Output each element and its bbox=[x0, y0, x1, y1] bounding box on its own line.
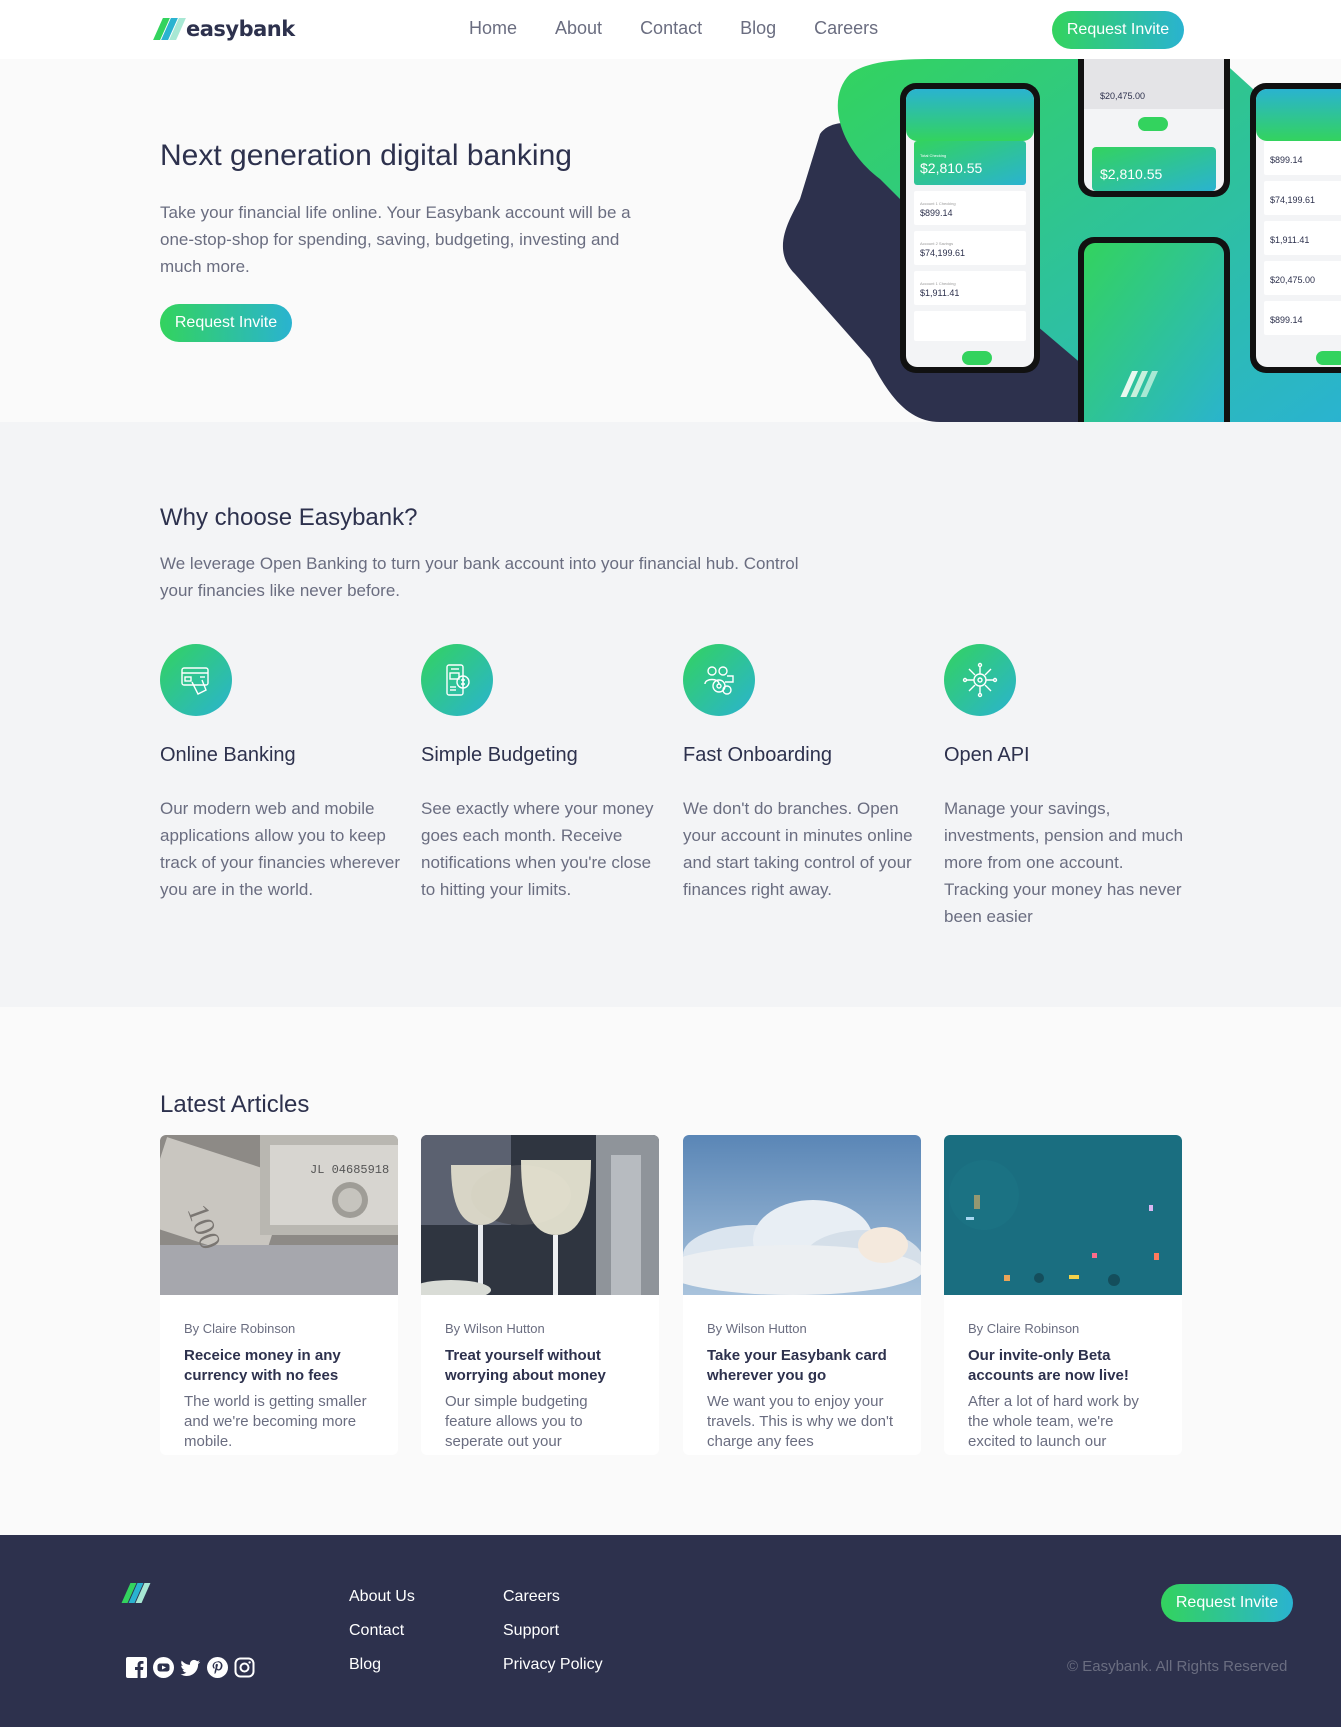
article-card[interactable]: By Wilson Hutton Take your Easybank card… bbox=[683, 1135, 921, 1455]
why-title: Why choose Easybank? bbox=[160, 504, 418, 531]
nav-request-invite-button[interactable]: Request Invite bbox=[1052, 11, 1184, 49]
api-icon bbox=[944, 644, 1016, 716]
twitter-icon[interactable] bbox=[180, 1657, 201, 1678]
footer-links-col-1: About Us Contact Blog bbox=[349, 1587, 415, 1689]
svg-text:Total Checking: Total Checking bbox=[920, 153, 946, 158]
facebook-icon[interactable] bbox=[126, 1657, 147, 1678]
onboarding-icon bbox=[683, 644, 755, 716]
svg-text:$1,911.41: $1,911.41 bbox=[1270, 235, 1309, 245]
article-excerpt: Our simple budgeting feature allows you … bbox=[445, 1393, 588, 1450]
feature-title: Online Banking bbox=[160, 744, 296, 766]
budgeting-icon bbox=[421, 644, 493, 716]
footer-link-contact[interactable]: Contact bbox=[349, 1621, 415, 1640]
svg-text:$20,475.00: $20,475.00 bbox=[1100, 91, 1145, 101]
svg-text:$1,911.41: $1,911.41 bbox=[920, 288, 959, 298]
hero-request-invite-button[interactable]: Request Invite bbox=[160, 304, 292, 342]
article-excerpt: After a lot of hard work by the whole te… bbox=[968, 1393, 1139, 1450]
svg-text:$74,199.61: $74,199.61 bbox=[920, 248, 965, 258]
article-author: By Wilson Hutton bbox=[707, 1321, 807, 1336]
articles-title: Latest Articles bbox=[160, 1091, 310, 1118]
online-banking-icon bbox=[160, 644, 232, 716]
feature-text: See exactly where your money goes each m… bbox=[421, 799, 654, 899]
article-title[interactable]: Treat yourself without worrying about mo… bbox=[445, 1346, 635, 1386]
footer: About Us Contact Blog Careers Support Pr… bbox=[0, 1535, 1341, 1727]
feature-title: Simple Budgeting bbox=[421, 744, 578, 766]
article-image-clouds bbox=[683, 1135, 921, 1295]
social-links bbox=[126, 1657, 255, 1678]
why-subtitle: We leverage Open Banking to turn your ba… bbox=[160, 554, 799, 600]
hero-title: Next generation digital banking bbox=[160, 139, 572, 172]
article-image-restaurant bbox=[421, 1135, 659, 1295]
copyright-text: © Easybank. All Rights Reserved bbox=[1067, 1658, 1288, 1675]
article-excerpt: The world is getting smaller and we're b… bbox=[184, 1393, 367, 1450]
footer-link-careers[interactable]: Careers bbox=[503, 1587, 603, 1606]
feature-text: Our modern web and mobile applications a… bbox=[160, 799, 400, 899]
logo-mark-icon bbox=[153, 18, 186, 40]
svg-text:Account 1 Checking: Account 1 Checking bbox=[920, 281, 956, 286]
svg-text:$74,199.61: $74,199.61 bbox=[1270, 195, 1315, 205]
nav-contact[interactable]: Contact bbox=[640, 18, 702, 39]
footer-links-col-2: Careers Support Privacy Policy bbox=[503, 1587, 603, 1689]
svg-text:Account 2 Savings: Account 2 Savings bbox=[920, 241, 953, 246]
feature-open-api: Open API Manage your savings, investment… bbox=[944, 644, 1184, 930]
feature-text: We don't do branches. Open your account … bbox=[683, 799, 913, 899]
feature-fast-onboarding: Fast Onboarding We don't do branches. Op… bbox=[683, 644, 923, 903]
article-card[interactable]: By Claire Robinson Our invite-only Beta … bbox=[944, 1135, 1182, 1455]
article-author: By Wilson Hutton bbox=[445, 1321, 545, 1336]
article-author: By Claire Robinson bbox=[184, 1321, 296, 1336]
footer-link-about-us[interactable]: About Us bbox=[349, 1587, 415, 1606]
article-title[interactable]: Our invite-only Beta accounts are now li… bbox=[968, 1346, 1158, 1386]
feature-title: Open API bbox=[944, 744, 1030, 766]
svg-text:$899.14: $899.14 bbox=[1270, 155, 1303, 165]
hero-phones-illustration: Total Checking $2,810.55 Account 1 Check… bbox=[782, 59, 1341, 422]
nav-links: Home About Contact Blog Careers bbox=[469, 18, 916, 39]
logo-text: easybank bbox=[186, 17, 295, 41]
nav-home[interactable]: Home bbox=[469, 18, 517, 39]
svg-text:Account 1 Checking: Account 1 Checking bbox=[920, 201, 956, 206]
article-title[interactable]: Receice money in any currency with no fe… bbox=[184, 1346, 374, 1386]
article-card[interactable]: By Wilson Hutton Treat yourself without … bbox=[421, 1135, 659, 1455]
footer-link-privacy-policy[interactable]: Privacy Policy bbox=[503, 1655, 603, 1674]
svg-text:$2,810.55: $2,810.55 bbox=[920, 160, 982, 176]
footer-request-invite-button[interactable]: Request Invite bbox=[1161, 1584, 1293, 1622]
footer-link-blog[interactable]: Blog bbox=[349, 1655, 415, 1674]
svg-text:$20,475.00: $20,475.00 bbox=[1270, 275, 1315, 285]
article-author: By Claire Robinson bbox=[968, 1321, 1080, 1336]
feature-text: Manage your savings, investments, pensio… bbox=[944, 799, 1184, 926]
article-image-confetti bbox=[944, 1135, 1182, 1295]
footer-link-support[interactable]: Support bbox=[503, 1621, 603, 1640]
nav-about[interactable]: About bbox=[555, 18, 602, 39]
svg-text:$899.14: $899.14 bbox=[920, 208, 953, 218]
article-title[interactable]: Take your Easybank card wherever you go bbox=[707, 1346, 897, 1386]
nav-careers[interactable]: Careers bbox=[814, 18, 878, 39]
top-navbar: easybank Home About Contact Blog Careers… bbox=[0, 0, 1341, 59]
feature-online-banking: Online Banking Our modern web and mobile… bbox=[160, 644, 400, 903]
hero-section: Next generation digital banking Take you… bbox=[0, 59, 1341, 422]
svg-text:$2,810.55: $2,810.55 bbox=[1100, 166, 1162, 182]
latest-articles-section: Latest Articles JL 04685918 100 By Clair… bbox=[0, 1007, 1341, 1535]
youtube-icon[interactable] bbox=[153, 1657, 174, 1678]
article-image-currency: JL 04685918 100 bbox=[160, 1135, 398, 1295]
svg-text:JL 04685918: JL 04685918 bbox=[310, 1163, 389, 1177]
phone-right: $899.14 $74,199.61 $1,911.41 $20,475.00 … bbox=[1250, 83, 1341, 373]
why-choose-section: Why choose Easybank? We leverage Open Ba… bbox=[0, 422, 1341, 1007]
svg-text:$899.14: $899.14 bbox=[1270, 315, 1303, 325]
phone-left: Total Checking $2,810.55 Account 1 Check… bbox=[900, 83, 1040, 373]
phone-bottom-center bbox=[1078, 237, 1230, 422]
hero-text: Take your financial life online. Your Ea… bbox=[160, 203, 631, 276]
footer-logo-mark-icon[interactable] bbox=[121, 1583, 152, 1603]
easybank-logo[interactable]: easybank bbox=[153, 17, 295, 41]
phone-top-center: $20,475.00 $2,810.55 bbox=[1078, 59, 1230, 197]
feature-title: Fast Onboarding bbox=[683, 744, 832, 766]
article-card[interactable]: JL 04685918 100 By Claire Robinson Recei… bbox=[160, 1135, 398, 1455]
nav-blog[interactable]: Blog bbox=[740, 18, 776, 39]
instagram-icon[interactable] bbox=[234, 1657, 255, 1678]
feature-simple-budgeting: Simple Budgeting See exactly where your … bbox=[421, 644, 661, 903]
article-excerpt: We want you to enjoy your travels. This … bbox=[707, 1393, 893, 1450]
pinterest-icon[interactable] bbox=[207, 1657, 228, 1678]
